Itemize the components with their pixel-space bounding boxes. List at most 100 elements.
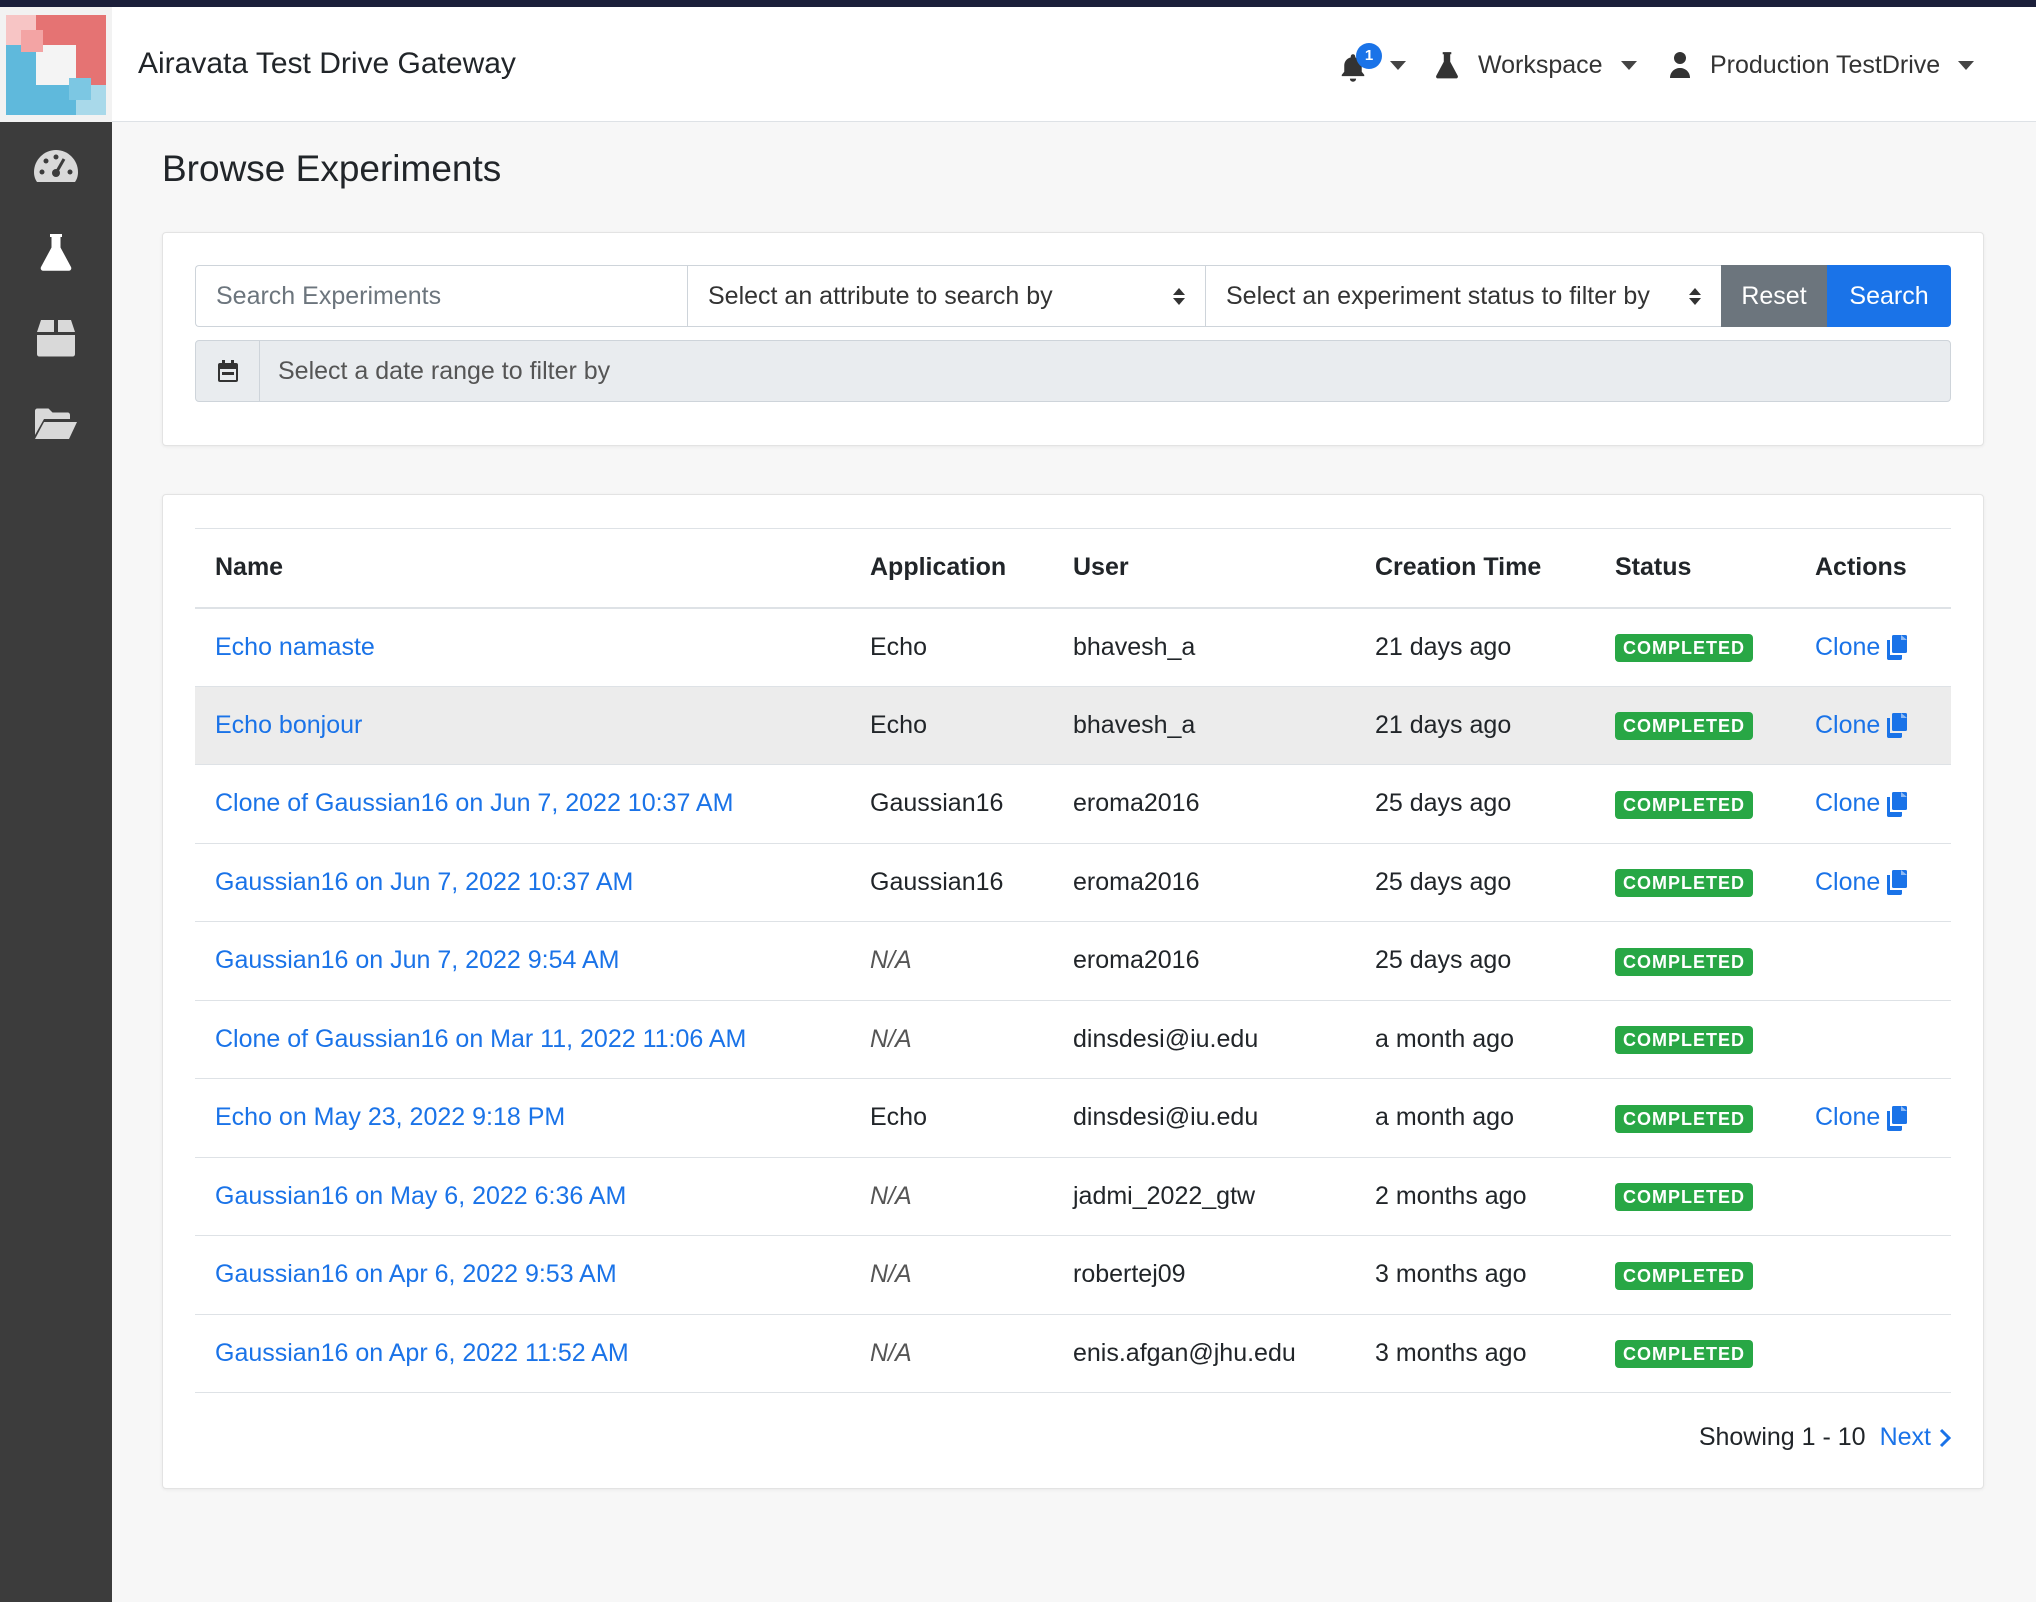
clone-link[interactable]: Clone	[1815, 633, 1908, 662]
app-title[interactable]: Airavata Test Drive Gateway	[138, 47, 516, 81]
experiment-link[interactable]: Gaussian16 on Apr 6, 2022 11:52 AM	[215, 1339, 629, 1367]
user-label: Production TestDrive	[1710, 50, 1941, 79]
cell-creation-time: 21 days ago	[1355, 607, 1595, 687]
status-badge: COMPLETED	[1615, 634, 1754, 662]
clone-label: Clone	[1815, 1103, 1881, 1132]
cell-name: Gaussian16 on Jun 7, 2022 9:54 AM	[195, 921, 850, 1001]
status-badge: COMPLETED	[1615, 1340, 1754, 1369]
clone-link[interactable]: Clone	[1815, 789, 1908, 818]
workspace-dropdown[interactable]: Workspace	[1434, 45, 1637, 85]
chevron-down-icon	[1620, 60, 1637, 70]
cell-name: Echo on May 23, 2022 9:18 PM	[195, 1078, 850, 1158]
clone-link[interactable]: Clone	[1815, 868, 1908, 897]
cell-actions: Clone	[1795, 686, 1951, 765]
date-range-picker[interactable]: Select a date range to filter by	[195, 340, 1951, 402]
application-name: Gaussian16	[870, 789, 1004, 818]
calendar-icon	[196, 341, 260, 401]
cell-creation-time: a month ago	[1355, 1000, 1595, 1079]
cell-name: Clone of Gaussian16 on Jun 7, 2022 10:37…	[195, 764, 850, 844]
application-name: N/A	[870, 1260, 912, 1289]
search-input[interactable]: Search Experiments	[195, 265, 687, 327]
cell-status: COMPLETED	[1595, 921, 1795, 1001]
table-row: Gaussian16 on Jun 7, 2022 9:54 AM N/A erom…	[195, 921, 1951, 1001]
next-page-link[interactable]: Next	[1880, 1423, 1951, 1452]
user-dropdown[interactable]: Production TestDrive	[1668, 45, 1975, 85]
status-badge: COMPLETED	[1615, 1026, 1754, 1055]
folder-open-icon	[35, 408, 77, 439]
cell-actions: Clone	[1795, 764, 1951, 844]
pagination: Showing 1 - 10 Next	[1699, 1423, 1951, 1452]
table-row: Echo bonjour Echo bhavesh_a 21 days ago COMP…	[195, 686, 1951, 765]
clone-label: Clone	[1815, 710, 1881, 739]
sidebar-item-projects[interactable]	[30, 398, 82, 450]
clone-label: Clone	[1815, 867, 1881, 896]
notifications-dropdown[interactable]: 1	[1336, 43, 1406, 87]
flask-icon	[40, 234, 72, 271]
attribute-select[interactable]: Select an attribute to search by	[687, 265, 1205, 327]
status-select[interactable]: Select an experiment status to filter by	[1205, 265, 1721, 327]
table-row: Gaussian16 on Jun 7, 2022 10:37 AM Gaussi…	[195, 843, 1951, 922]
cell-user: eroma2016	[1053, 921, 1355, 1001]
experiment-link[interactable]: Gaussian16 on Jun 7, 2022 9:54 AM	[215, 946, 619, 974]
cell-status: COMPLETED	[1595, 686, 1795, 765]
cell-application: N/A	[850, 921, 1053, 1001]
clone-link[interactable]: Clone	[1815, 711, 1908, 740]
cell-user: bhavesh_a	[1053, 686, 1355, 765]
cell-creation-time: 21 days ago	[1355, 686, 1595, 765]
cell-actions	[1795, 1235, 1951, 1315]
user-icon	[1670, 52, 1690, 78]
cell-application: N/A	[850, 1000, 1053, 1079]
table-header-row: Name Application User Creation Time Stat…	[195, 528, 1951, 609]
page-title: Browse Experiments	[162, 148, 502, 189]
cell-status: COMPLETED	[1595, 1235, 1795, 1315]
table-row: Clone of Gaussian16 on Mar 11, 2022 11:0…	[195, 1000, 1951, 1079]
application-name: N/A	[870, 1338, 912, 1367]
search-card: Search Experiments Select an attribute t…	[162, 232, 1984, 446]
experiment-link[interactable]: Clone of Gaussian16 on Jun 7, 2022 10:37…	[215, 789, 733, 817]
cell-creation-time: a month ago	[1355, 1078, 1595, 1158]
copy-icon	[1887, 870, 1908, 896]
application-name: Gaussian16	[870, 867, 1004, 896]
cell-user: jadmi_2022_gtw	[1053, 1157, 1355, 1236]
cell-creation-time: 2 months ago	[1355, 1157, 1595, 1236]
experiment-link[interactable]: Gaussian16 on Jun 7, 2022 10:37 AM	[215, 868, 633, 896]
cell-application: Gaussian16	[850, 843, 1053, 922]
sidebar-item-storage[interactable]	[30, 312, 82, 364]
experiment-link[interactable]: Echo namaste	[215, 633, 375, 661]
application-name: Echo	[870, 632, 927, 661]
cell-creation-time: 3 months ago	[1355, 1314, 1595, 1393]
experiments-table: Name Application User Creation Time Stat…	[195, 528, 1951, 1393]
cell-actions	[1795, 1314, 1951, 1393]
search-button[interactable]: Search	[1827, 265, 1951, 327]
experiment-link[interactable]: Clone of Gaussian16 on Mar 11, 2022 11:0…	[215, 1025, 746, 1053]
application-name: N/A	[870, 946, 912, 975]
cell-user: eroma2016	[1053, 843, 1355, 922]
status-badge: COMPLETED	[1615, 790, 1754, 819]
cell-creation-time: 3 months ago	[1355, 1235, 1595, 1315]
cell-application: Echo	[850, 1078, 1053, 1158]
clone-link[interactable]: Clone	[1815, 1103, 1908, 1132]
experiments-card: Name Application User Creation Time Stat…	[162, 494, 1984, 1489]
status-select-label: Select an experiment status to filter by	[1226, 281, 1650, 310]
sidebar-item-dashboard[interactable]	[30, 140, 82, 192]
cell-user: dinsdesi@iu.edu	[1053, 1078, 1355, 1158]
top-navbar: Airavata Test Drive Gateway 1 Workspace …	[0, 7, 2036, 122]
experiment-link[interactable]: Echo on May 23, 2022 9:18 PM	[215, 1103, 565, 1131]
cell-status: COMPLETED	[1595, 1078, 1795, 1158]
cell-name: Gaussian16 on Apr 6, 2022 11:52 AM	[195, 1314, 850, 1393]
copy-icon	[1887, 713, 1908, 739]
table-row: Echo on May 23, 2022 9:18 PM Echo dinsdesi…	[195, 1078, 1951, 1158]
experiment-link[interactable]: Gaussian16 on Apr 6, 2022 9:53 AM	[215, 1260, 617, 1288]
flask-icon	[1436, 52, 1458, 79]
attribute-select-label: Select an attribute to search by	[708, 281, 1053, 310]
sidebar-item-workspace[interactable]	[30, 226, 82, 278]
chevron-down-icon	[1390, 61, 1406, 70]
table-row: Echo namaste Echo bhavesh_a 21 days ago COMP…	[195, 607, 1951, 687]
gateway-logo[interactable]	[0, 7, 112, 122]
experiment-link[interactable]: Gaussian16 on May 6, 2022 6:36 AM	[215, 1182, 626, 1210]
sidebar	[0, 122, 112, 1602]
reset-button[interactable]: Reset	[1721, 265, 1827, 327]
experiment-link[interactable]: Echo bonjour	[215, 711, 362, 739]
application-name: Echo	[870, 1103, 927, 1132]
select-arrows-icon	[1173, 287, 1185, 305]
